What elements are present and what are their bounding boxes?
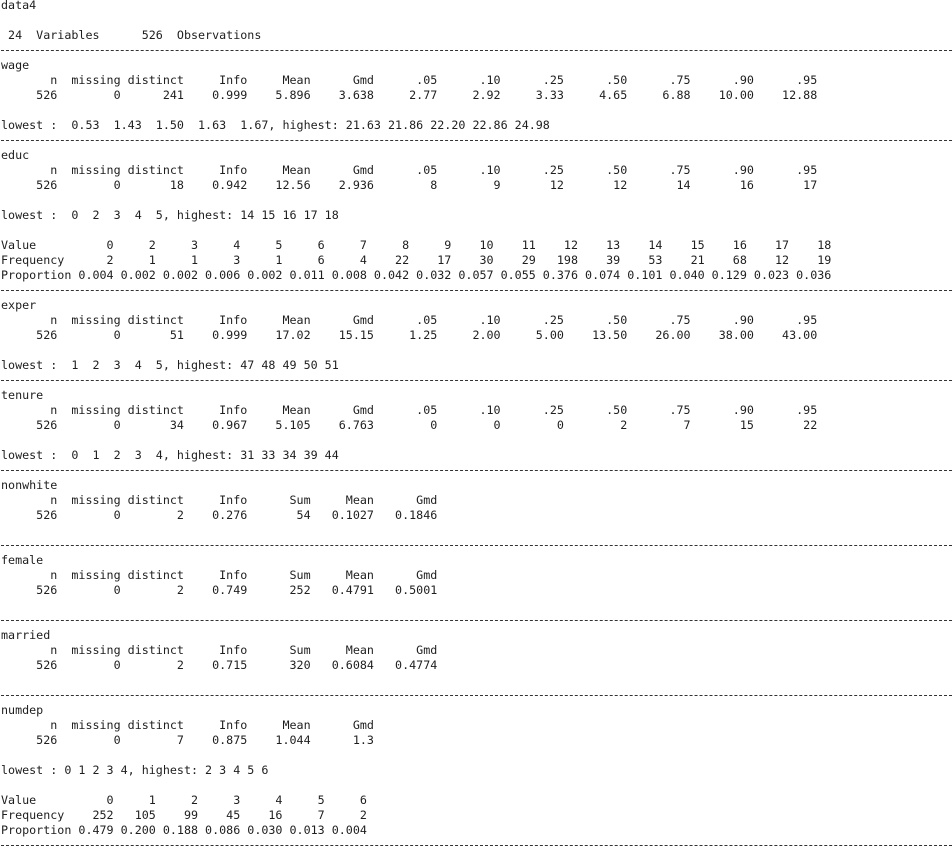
console-line: female (1, 553, 44, 567)
section-divider (1, 470, 952, 471)
console-line: Value 0 1 2 3 4 5 6 (1, 793, 367, 807)
section-divider (1, 620, 952, 621)
console-line: Proportion 0.004 0.002 0.002 0.006 0.002… (1, 268, 832, 282)
console-line: lowest : 0 1 2 3 4, highest: 2 3 4 5 6 (1, 763, 269, 777)
section-divider (1, 695, 952, 696)
console-line: Value 0 2 3 4 5 6 7 8 9 10 11 12 13 14 1… (1, 238, 832, 252)
console-line: Proportion 0.479 0.200 0.188 0.086 0.030… (1, 823, 367, 837)
console-line: 526 0 34 0.967 5.105 6.763 0 0 0 2 7 15 … (1, 418, 818, 432)
console-line: lowest : 0.53 1.43 1.50 1.63 1.67, highe… (1, 118, 550, 132)
console-line: lowest : 0 1 2 3 4, highest: 31 33 34 39… (1, 448, 339, 462)
section-divider (1, 290, 952, 291)
console-line: n missing distinct Info Mean Gmd .05 .10… (1, 403, 818, 417)
section-divider (1, 140, 952, 141)
console-line: n missing distinct Info Mean Gmd .05 .10… (1, 163, 818, 177)
console-line: 526 0 18 0.942 12.56 2.936 8 9 12 12 14 … (1, 178, 818, 192)
console-line: 526 0 2 0.749 252 0.4791 0.5001 (1, 583, 438, 597)
console-line: n missing distinct Info Mean Gmd (1, 718, 374, 732)
console-line: wage (1, 58, 30, 72)
section-divider (1, 380, 952, 381)
console-line: n missing distinct Info Sum Mean Gmd (1, 493, 438, 507)
section-divider (1, 845, 952, 846)
console-line: tenure (1, 388, 44, 402)
console-line: nonwhite (1, 478, 58, 492)
console-line: Frequency 2 1 1 3 1 6 4 22 17 30 29 198 … (1, 253, 832, 267)
console-line: 24 Variables 526 Observations (1, 28, 262, 42)
console-line: 526 0 2 0.715 320 0.6084 0.4774 (1, 658, 438, 672)
section-divider (1, 545, 952, 546)
console-line: n missing distinct Info Sum Mean Gmd (1, 568, 438, 582)
section-divider (1, 50, 952, 51)
console-line: n missing distinct Info Mean Gmd .05 .10… (1, 73, 818, 87)
console-output: data4 24 Variables 526 Observations wage … (0, 0, 952, 854)
console-line: 526 0 7 0.875 1.044 1.3 (1, 733, 374, 747)
console-line: 526 0 2 0.276 54 0.1027 0.1846 (1, 508, 438, 522)
console-line: educ (1, 148, 30, 162)
console-line: numdep (1, 703, 44, 717)
console-line: 526 0 51 0.999 17.02 15.15 1.25 2.00 5.0… (1, 328, 818, 342)
console-line: lowest : 0 2 3 4 5, highest: 14 15 16 17… (1, 208, 339, 222)
console-line: 526 0 241 0.999 5.896 3.638 2.77 2.92 3.… (1, 88, 818, 102)
console-line: lowest : 1 2 3 4 5, highest: 47 48 49 50… (1, 358, 339, 372)
console-line: married (1, 628, 51, 642)
console-line: n missing distinct Info Mean Gmd .05 .10… (1, 313, 818, 327)
console-line: data4 (1, 0, 37, 12)
console-line: Frequency 252 105 99 45 16 7 2 (1, 808, 367, 822)
console-line: n missing distinct Info Sum Mean Gmd (1, 643, 438, 657)
console-line: exper (1, 298, 37, 312)
